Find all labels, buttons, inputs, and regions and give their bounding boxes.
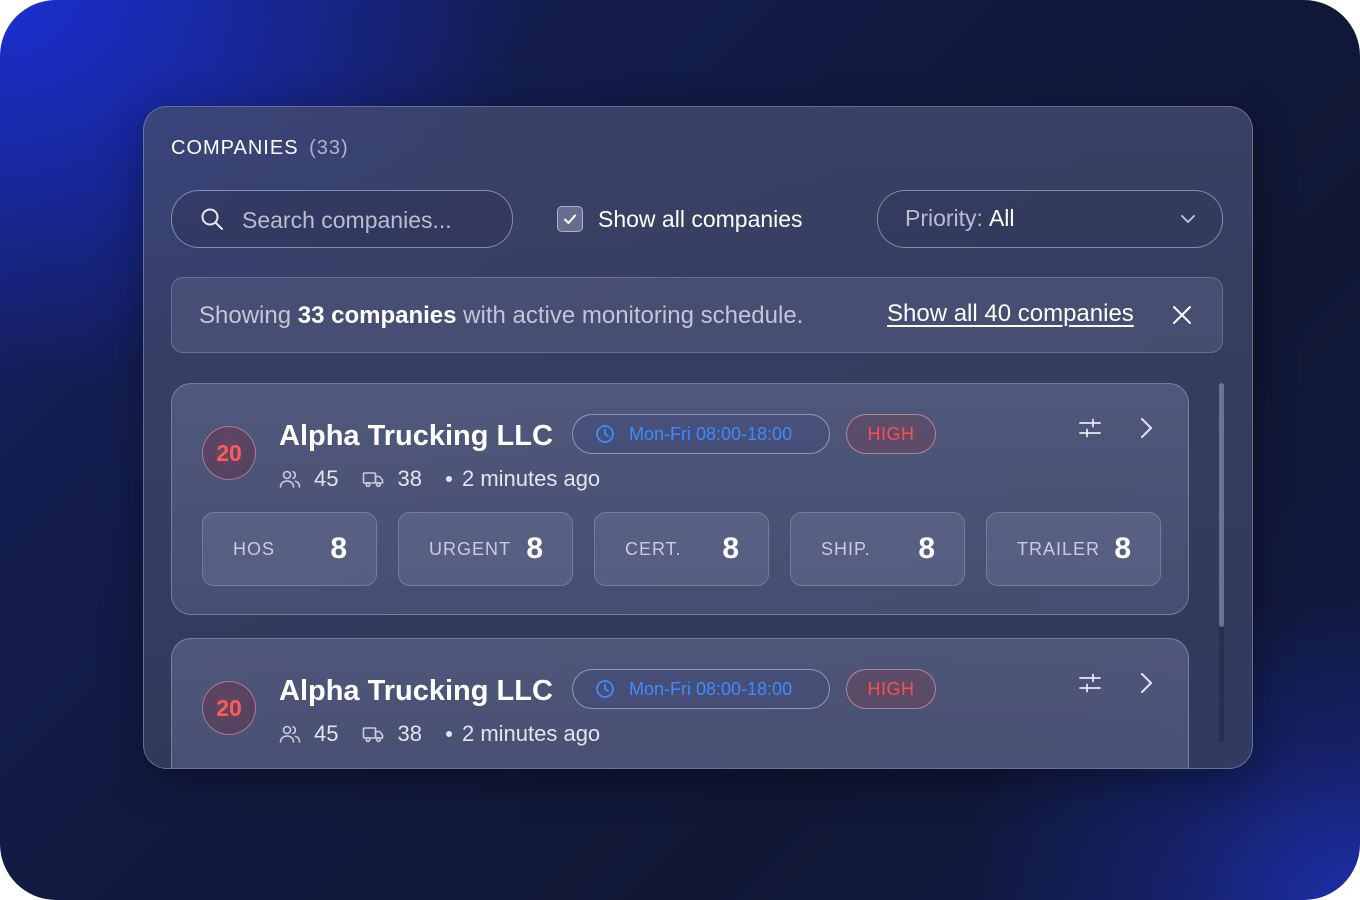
users-icon: [279, 470, 301, 488]
separator-dot: [445, 731, 452, 737]
truck-icon: [363, 472, 384, 488]
panel-title-text: COMPANIES: [171, 137, 299, 159]
stat-value: 8: [526, 532, 543, 565]
company-count: (33): [309, 137, 349, 159]
company-card[interactable]: 20 Alpha Trucking LLC Mon-Fri 08:00-18:0…: [171, 638, 1189, 768]
banner-text: Showing 33 companies with active monitor…: [199, 302, 803, 330]
last-updated: 2 minutes ago: [461, 466, 601, 491]
stat-value: 8: [722, 532, 739, 565]
monitoring-banner: Showing 33 companies with active monitor…: [171, 277, 1223, 353]
stat-hos[interactable]: HOS 8: [202, 512, 377, 586]
stat-ship[interactable]: SHIP. 8: [790, 512, 965, 586]
company-name: Alpha Trucking LLC: [279, 675, 553, 707]
scrollbar-thumb[interactable]: [1219, 383, 1224, 627]
schedule-badge: Mon-Fri 08:00-18:00: [572, 669, 830, 709]
show-all-label: Show all companies: [598, 205, 803, 232]
show-all-checkbox[interactable]: [557, 206, 583, 232]
show-all-link[interactable]: Show all 40 companies: [887, 300, 1134, 328]
list-scrollbar[interactable]: [1219, 383, 1224, 743]
schedule-text: Mon-Fri 08:00-18:00: [629, 423, 793, 444]
stat-label: TRAILER: [1017, 539, 1101, 559]
panel-title: COMPANIES (33): [171, 137, 349, 160]
vehicle-count: 38: [397, 466, 422, 491]
driver-count: 45: [314, 466, 339, 491]
stat-value: 8: [330, 532, 347, 565]
stat-trailer[interactable]: TRAILER 8: [986, 512, 1161, 586]
stat-urgent[interactable]: URGENT 8: [398, 512, 573, 586]
sliders-icon[interactable]: [1078, 671, 1102, 695]
priority-select-label: Priority: All: [905, 205, 1015, 232]
priority-badge: HIGH: [846, 669, 936, 709]
priority-badge: HIGH: [846, 414, 936, 454]
check-icon: [564, 214, 576, 224]
chevron-down-icon: [1181, 215, 1195, 223]
schedule-text: Mon-Fri 08:00-18:00: [629, 678, 793, 699]
stat-value: 8: [918, 532, 935, 565]
search-input[interactable]: [240, 205, 504, 235]
stat-label: URGENT: [429, 539, 511, 559]
stat-label: CERT.: [625, 539, 682, 559]
stat-label: SHIP.: [821, 539, 871, 559]
company-name: Alpha Trucking LLC: [279, 420, 553, 452]
priority-label-text: Priority:: [905, 205, 983, 231]
stat-value: 8: [1114, 532, 1131, 565]
clock-icon: [596, 425, 614, 443]
chevron-right-icon[interactable]: [1138, 417, 1154, 439]
close-icon[interactable]: [1172, 305, 1192, 325]
search-box[interactable]: [171, 190, 513, 248]
driver-count: 45: [314, 721, 339, 746]
stat-label: HOS: [233, 539, 276, 559]
stat-cert[interactable]: CERT. 8: [594, 512, 769, 586]
company-meta: 45 38 2 minutes ago: [279, 721, 600, 747]
schedule-badge: Mon-Fri 08:00-18:00: [572, 414, 830, 454]
truck-icon: [363, 727, 384, 743]
company-meta: 45 38 2 minutes ago: [279, 466, 600, 492]
banner-text-bold: 33 companies: [297, 302, 457, 329]
show-all-companies-toggle[interactable]: Show all companies: [557, 204, 803, 234]
vehicle-count: 38: [397, 721, 422, 746]
banner-text-prefix: Showing: [199, 302, 292, 329]
app-background: COMPANIES (33) Show all companies Priori…: [0, 0, 1360, 900]
company-card[interactable]: 20 Alpha Trucking LLC Mon-Fri 08:00-18:0…: [171, 383, 1189, 615]
search-icon: [201, 208, 223, 230]
priority-select[interactable]: Priority: All: [877, 190, 1223, 248]
risk-score-badge: 20: [202, 681, 256, 735]
clock-icon: [596, 680, 614, 698]
last-updated: 2 minutes ago: [461, 721, 601, 746]
companies-panel: COMPANIES (33) Show all companies Priori…: [143, 106, 1253, 769]
priority-select-value: All: [988, 205, 1015, 231]
separator-dot: [445, 476, 452, 482]
sliders-icon[interactable]: [1078, 416, 1102, 440]
chevron-right-icon[interactable]: [1138, 672, 1154, 694]
risk-score-badge: 20: [202, 426, 256, 480]
users-icon: [279, 725, 301, 743]
banner-text-suffix: with active monitoring schedule.: [463, 302, 804, 329]
